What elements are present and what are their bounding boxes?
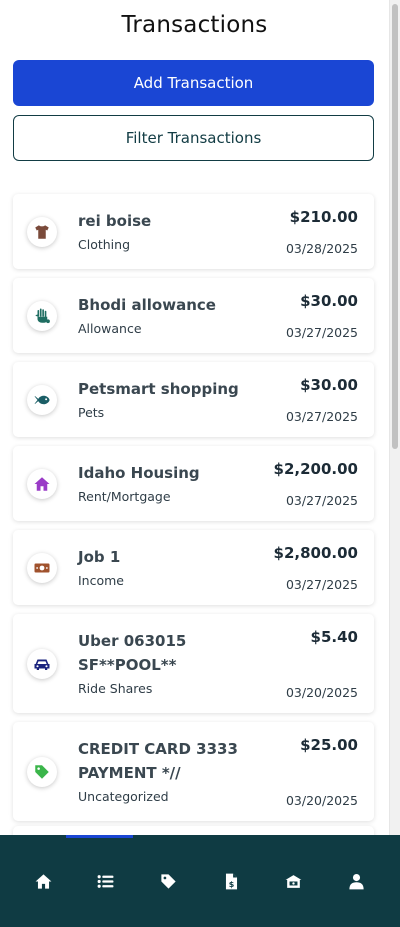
active-tab-indicator	[66, 835, 133, 838]
transaction-date: 03/27/2025	[285, 325, 358, 340]
transaction-card[interactable]: Job 1 Income $2,800.00 03/27/2025	[13, 530, 374, 605]
nav-home[interactable]	[23, 861, 63, 901]
transaction-date: 03/27/2025	[285, 577, 358, 592]
transaction-name: rei boise	[78, 211, 152, 230]
transaction-card[interactable]	[13, 826, 374, 835]
transaction-date: 03/20/2025	[285, 685, 358, 700]
transaction-category: Pets	[78, 404, 105, 420]
transaction-card[interactable]: Bhodi allowance Allowance $30.00 03/27/2…	[13, 278, 374, 353]
nav-transactions[interactable]	[86, 861, 126, 901]
transaction-amount: $25.00	[300, 736, 358, 754]
transactions-screen: Transactions Add Transaction Filter Tran…	[0, 0, 389, 835]
tag-icon	[27, 756, 57, 787]
transaction-name: Bhodi allowance	[78, 295, 216, 314]
transaction-date: 03/27/2025	[285, 493, 358, 508]
page-title: Transactions	[121, 12, 268, 38]
transaction-amount: $2,800.00	[273, 544, 358, 562]
transaction-category: Allowance	[78, 320, 142, 336]
transaction-amount: $5.40	[310, 628, 358, 646]
list-icon	[98, 874, 114, 888]
fish-icon	[27, 384, 57, 415]
tag-icon	[161, 873, 176, 889]
transaction-category: Income	[78, 572, 124, 588]
house-icon	[27, 468, 57, 499]
transaction-amount: $210.00	[289, 208, 358, 226]
transaction-card[interactable]: CREDIT CARD 3333 PAYMENT *// Uncategoriz…	[13, 722, 374, 821]
transaction-category: Clothing	[78, 236, 131, 252]
transaction-card[interactable]: Petsmart shopping Pets $30.00 03/27/2025	[13, 362, 374, 437]
transaction-name: CREDIT CARD 3333 PAYMENT *//	[78, 739, 238, 782]
nav-bills[interactable]: $	[211, 861, 251, 901]
transaction-category: Uncategorized	[78, 788, 169, 804]
transaction-category: Rent/Mortgage	[78, 488, 171, 504]
transaction-date: 03/27/2025	[285, 409, 358, 424]
transaction-name: Uber 063015 SF**POOL**	[78, 631, 187, 674]
invoice-dollar-icon: $	[225, 873, 237, 889]
filter-transactions-button[interactable]: Filter Transactions	[13, 115, 374, 161]
car-icon	[27, 648, 57, 679]
transaction-amount: $30.00	[300, 376, 358, 394]
svg-text:$: $	[229, 880, 235, 889]
transaction-list: rei boise Clothing $210.00 03/28/2025 Bh…	[13, 194, 374, 830]
hand-coins-icon	[27, 300, 57, 331]
piggy-bank-icon	[286, 874, 302, 888]
transaction-name: Idaho Housing	[78, 463, 200, 482]
scrollbar[interactable]	[389, 0, 400, 835]
money-bill-icon	[27, 552, 57, 583]
nav-savings[interactable]	[274, 861, 314, 901]
transaction-date: 03/20/2025	[285, 793, 358, 808]
transaction-category: Ride Shares	[78, 680, 153, 696]
nav-profile[interactable]	[337, 861, 377, 901]
transaction-name: Petsmart shopping	[78, 379, 239, 398]
add-transaction-button[interactable]: Add Transaction	[13, 60, 374, 106]
transaction-card[interactable]: Idaho Housing Rent/Mortgage $2,200.00 03…	[13, 446, 374, 521]
home-icon	[35, 873, 52, 889]
transaction-card[interactable]: rei boise Clothing $210.00 03/28/2025	[13, 194, 374, 269]
user-icon	[349, 873, 364, 889]
shirt-icon	[27, 216, 57, 247]
transaction-date: 03/28/2025	[285, 241, 358, 256]
transaction-name: Job 1	[78, 547, 121, 566]
transaction-amount: $2,200.00	[273, 460, 358, 478]
bottom-nav: $	[0, 835, 400, 927]
transaction-amount: $30.00	[300, 292, 358, 310]
transaction-card[interactable]: Uber 063015 SF**POOL** Ride Shares $5.40…	[13, 614, 374, 713]
scrollbar-thumb[interactable]	[392, 4, 398, 449]
nav-categories[interactable]	[149, 861, 189, 901]
